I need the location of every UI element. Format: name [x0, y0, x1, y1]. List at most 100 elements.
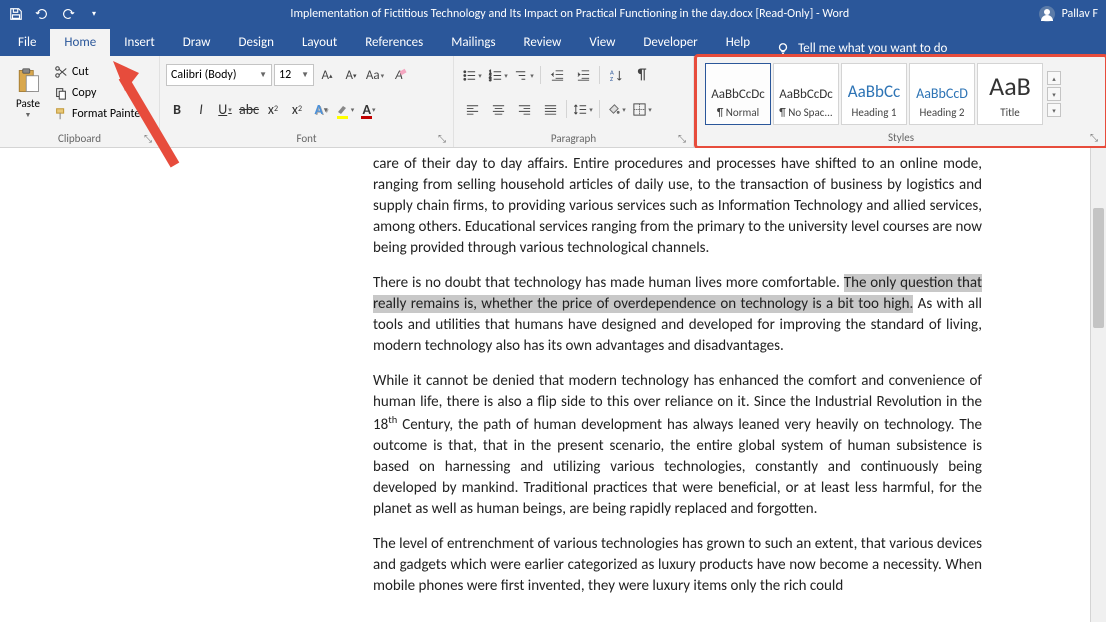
sort-button[interactable]: AZ [604, 64, 628, 86]
svg-text:Z: Z [609, 75, 612, 83]
cut-button[interactable]: Cut [54, 62, 145, 82]
text-run: Century, the path of human development h… [373, 416, 982, 518]
expand-gallery-icon[interactable]: ▾ [1047, 103, 1061, 117]
chevron-down-icon: ▼ [301, 70, 309, 80]
font-color-button[interactable]: A▾ [358, 98, 380, 120]
scroll-up-icon[interactable]: ▴ [1047, 71, 1061, 85]
bullets-button[interactable]: ▾ [460, 64, 484, 86]
style-heading-2[interactable]: AaBbCcD Heading 2 [909, 63, 975, 125]
svg-text:3: 3 [489, 78, 492, 83]
align-left-button[interactable] [460, 98, 484, 120]
grow-font-button[interactable]: A▴ [316, 64, 338, 86]
tab-developer[interactable]: Developer [629, 29, 711, 56]
styles-gallery-more[interactable]: ▴ ▾ ▾ [1045, 63, 1063, 125]
tab-file[interactable]: File [4, 29, 50, 56]
style-preview: AaBbCc [848, 70, 900, 102]
format-painter-icon [54, 107, 68, 121]
scrollbar-thumb[interactable] [1093, 208, 1104, 328]
multilevel-icon [514, 68, 529, 83]
tab-insert[interactable]: Insert [110, 29, 169, 56]
show-hide-button[interactable]: ¶ [630, 64, 654, 86]
change-case-button[interactable]: Aa▾ [364, 64, 386, 86]
tab-draw[interactable]: Draw [169, 29, 225, 56]
numbering-icon: 123 [488, 68, 503, 83]
style-label: Title [1000, 106, 1020, 119]
sort-icon: AZ [609, 68, 624, 83]
paste-icon [14, 67, 42, 95]
style-heading-1[interactable]: AaBbCc Heading 1 [841, 63, 907, 125]
style-preview: AaBbCcDc [779, 70, 833, 102]
paragraph[interactable]: There is no doubt that technology has ma… [373, 273, 982, 357]
ribbon-tabs: File Home Insert Draw Design Layout Refe… [0, 28, 1106, 56]
style-label: Heading 1 [852, 106, 897, 119]
justify-button[interactable] [538, 98, 562, 120]
align-right-icon [517, 102, 532, 117]
bold-button[interactable]: B [166, 98, 188, 120]
strikethrough-button[interactable]: abc [238, 98, 260, 120]
clear-formatting-button[interactable]: A [388, 64, 410, 86]
paragraph[interactable]: While it cannot be denied that modern te… [373, 371, 982, 520]
shading-button[interactable]: ▾ [604, 98, 628, 120]
tab-references[interactable]: References [351, 29, 437, 56]
user-area[interactable]: Pallav F [1030, 5, 1106, 23]
tab-view[interactable]: View [575, 29, 629, 56]
format-painter-label: Format Painter [72, 107, 145, 121]
paragraph[interactable]: care of their day to day affairs. Entire… [373, 154, 982, 259]
redo-button[interactable] [56, 2, 80, 26]
document-body[interactable]: care of their day to day affairs. Entire… [289, 148, 1082, 597]
style-no-spacing[interactable]: AaBbCcDc ¶ No Spac... [773, 63, 839, 125]
vertical-scrollbar[interactable] [1090, 148, 1106, 622]
format-painter-button[interactable]: Format Painter [54, 104, 145, 124]
style-normal[interactable]: AaBbCcDc ¶ Normal [705, 63, 771, 125]
save-button[interactable] [4, 2, 28, 26]
line-spacing-button[interactable]: ▾ [571, 98, 595, 120]
copy-button[interactable]: Copy [54, 83, 145, 103]
decrease-indent-icon [550, 68, 565, 83]
tab-review[interactable]: Review [510, 29, 576, 56]
line-spacing-icon [573, 102, 588, 117]
align-center-icon [491, 102, 506, 117]
text-effects-button[interactable]: A▾ [310, 98, 332, 120]
shrink-font-button[interactable]: A▾ [340, 64, 362, 86]
underline-button[interactable]: U▾ [214, 98, 236, 120]
superscript-button[interactable]: x2 [286, 98, 308, 120]
undo-button[interactable] [30, 2, 54, 26]
quick-access-toolbar: ▾ [0, 2, 110, 26]
tab-help[interactable]: Help [712, 29, 764, 56]
tab-mailings[interactable]: Mailings [437, 29, 509, 56]
paragraph[interactable]: The level of entrenchment of various tec… [373, 534, 982, 597]
font-size-value: 12 [279, 68, 291, 82]
group-clipboard: Paste ▼ Cut Copy Format Painter Clipboar… [0, 56, 160, 147]
qat-customize-button[interactable]: ▾ [82, 2, 106, 26]
tab-layout[interactable]: Layout [288, 29, 351, 56]
subscript-button[interactable]: x2 [262, 98, 284, 120]
cut-label: Cut [72, 65, 89, 79]
increase-indent-icon [576, 68, 591, 83]
font-name-combo[interactable]: Calibri (Body)▼ [166, 64, 272, 86]
paste-button[interactable]: Paste ▼ [6, 60, 50, 126]
multilevel-list-button[interactable]: ▾ [512, 64, 536, 86]
italic-button[interactable]: I [190, 98, 212, 120]
group-paragraph: ▾ 123▾ ▾ AZ ¶ ▾ ▾ ▾ Paragraph ⤡ [454, 56, 694, 147]
font-size-combo[interactable]: 12 ▼ [274, 64, 314, 86]
align-center-button[interactable] [486, 98, 510, 120]
document-area[interactable]: care of their day to day affairs. Entire… [0, 148, 1106, 622]
tab-home[interactable]: Home [50, 29, 110, 56]
highlight-color-button[interactable]: ▾ [334, 98, 356, 120]
numbering-button[interactable]: 123▾ [486, 64, 510, 86]
font-dialog-launcher[interactable]: ⤡ [438, 132, 450, 144]
tab-design[interactable]: Design [224, 29, 287, 56]
clipboard-dialog-launcher[interactable]: ⤡ [144, 132, 156, 144]
align-left-icon [465, 102, 480, 117]
style-label: ¶ Normal [717, 106, 759, 119]
borders-button[interactable]: ▾ [630, 98, 654, 120]
decrease-indent-button[interactable] [545, 64, 569, 86]
increase-indent-button[interactable] [571, 64, 595, 86]
paragraph-dialog-launcher[interactable]: ⤡ [678, 132, 690, 144]
scroll-down-icon[interactable]: ▾ [1047, 87, 1061, 101]
scissors-icon [54, 65, 68, 79]
paragraph-group-label: Paragraph [454, 132, 693, 145]
styles-dialog-launcher[interactable]: ⤡ [1090, 131, 1102, 143]
style-title[interactable]: AaB Title [977, 63, 1043, 125]
align-right-button[interactable] [512, 98, 536, 120]
